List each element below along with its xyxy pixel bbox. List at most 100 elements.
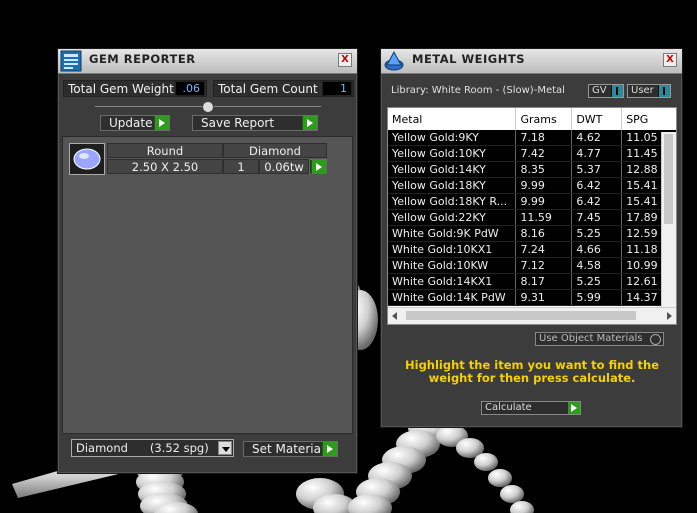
table-row[interactable]: Yellow Gold:22KY 11.59 7.45 17.89 xyxy=(388,209,676,226)
dwt-cell: 7.45 xyxy=(571,209,623,226)
metal-name-cell: Yellow Gold:9KY xyxy=(388,130,517,146)
table-row[interactable]: Yellow Gold:14KY 8.35 5.37 12.88 xyxy=(388,161,676,178)
table-row[interactable]: White Gold:14KX1 8.17 5.25 12.61 xyxy=(388,273,676,290)
vertical-scrollbar[interactable] xyxy=(661,132,676,308)
metal-weights-titlebar[interactable]: METAL WEIGHTS X xyxy=(381,49,682,74)
metal-name-cell: Yellow Gold:18KY R... xyxy=(388,193,517,210)
gem-material-cell: Diamond xyxy=(223,143,327,158)
user-toggle-label: User xyxy=(631,85,654,96)
metal-name-cell: White Gold:10KW xyxy=(388,257,517,274)
grams-cell: 7.12 xyxy=(515,257,573,274)
table-row[interactable]: Yellow Gold:9KY 7.18 4.62 11.05 xyxy=(388,130,676,146)
horizontal-scrollbar[interactable] xyxy=(388,307,676,324)
gem-reporter-panel: GEM REPORTER X Total Gem Weight .06 Tota… xyxy=(57,48,358,474)
total-gem-weight-value: .06 xyxy=(175,81,205,96)
dwt-cell: 4.62 xyxy=(571,130,623,146)
table-row[interactable]: White Gold:10KX1 7.24 4.66 11.18 xyxy=(388,241,676,258)
metal-table[interactable]: Metal Grams DWT SPG Yellow Gold:9KY 7.18 4… xyxy=(387,107,677,325)
update-button-label: Update xyxy=(109,116,153,130)
table-row[interactable]: Yellow Gold:18KY R... 9.99 6.42 15.41 xyxy=(388,193,676,210)
scroll-right-icon[interactable] xyxy=(667,312,672,320)
column-header-dwt[interactable]: DWT xyxy=(571,108,623,130)
metal-table-grid: Metal Grams DWT SPG Yellow Gold:9KY 7.18 4… xyxy=(388,108,676,306)
table-row[interactable]: Yellow Gold:10KY 7.42 4.77 11.45 xyxy=(388,145,676,162)
table-row[interactable]: White Gold:14K PdW 9.31 5.99 14.37 xyxy=(388,289,676,306)
set-material-button[interactable]: Set Material xyxy=(243,441,338,457)
play-arrow-icon xyxy=(154,116,169,130)
table-row[interactable]: Yellow Gold:18KY 9.99 6.42 15.41 xyxy=(388,177,676,194)
bead-chain-coil xyxy=(348,414,534,513)
metal-name-cell: White Gold:10KX1 xyxy=(388,241,517,258)
grams-cell: 9.31 xyxy=(515,289,573,306)
grams-cell: 7.18 xyxy=(515,130,573,146)
play-arrow-icon xyxy=(322,442,337,456)
table-row[interactable]: White Gold:10KW 7.12 4.58 10.99 xyxy=(388,257,676,274)
use-object-materials-label: Use Object Materials xyxy=(539,333,643,344)
grams-cell: 8.16 xyxy=(515,225,573,242)
metal-name-cell: Yellow Gold:14KY xyxy=(388,161,517,178)
set-material-button-label: Set Material xyxy=(252,442,325,456)
metal-weights-icon xyxy=(384,50,404,71)
dwt-cell: 5.99 xyxy=(571,289,623,306)
metal-table-header: Metal Grams DWT SPG xyxy=(388,108,676,130)
gem-row-go-button[interactable] xyxy=(309,159,327,174)
gem-list[interactable]: Round Diamond 2.50 X 2.50 1 0.06tw xyxy=(62,136,353,434)
gem-count-cell: 1 xyxy=(223,159,259,174)
toggle-indicator-icon xyxy=(658,85,670,97)
dwt-cell: 6.42 xyxy=(571,177,623,194)
grams-cell: 8.17 xyxy=(515,273,573,290)
metal-name-cell: White Gold:14K PdW xyxy=(388,289,517,306)
play-arrow-icon xyxy=(302,116,317,130)
radio-circle-icon xyxy=(650,334,661,345)
dwt-cell: 4.77 xyxy=(571,145,623,162)
dwt-cell: 5.25 xyxy=(571,225,623,242)
grams-cell: 9.99 xyxy=(515,193,573,210)
gem-size-cell: 2.50 X 2.50 xyxy=(107,159,223,174)
save-report-button-label: Save Report xyxy=(201,116,275,130)
play-arrow-icon xyxy=(311,160,326,174)
library-label: Library: White Room - (Slow)-Metal xyxy=(391,85,565,96)
grams-cell: 8.35 xyxy=(515,161,573,178)
total-gem-count-text: Total Gem Count xyxy=(218,82,318,96)
calculate-button[interactable]: Calculate xyxy=(481,401,581,415)
metal-name-cell: Yellow Gold:10KY xyxy=(388,145,517,162)
metal-name-cell: Yellow Gold:18KY xyxy=(388,177,517,194)
update-button[interactable]: Update xyxy=(100,115,170,131)
gem-weight-cell: 0.06tw xyxy=(259,159,309,174)
grams-cell: 7.24 xyxy=(515,241,573,258)
column-header-metal[interactable]: Metal xyxy=(388,108,517,130)
play-arrow-icon xyxy=(568,402,580,414)
gv-toggle-label: GV xyxy=(592,85,607,96)
grams-cell: 11.59 xyxy=(515,209,573,226)
material-select[interactable]: Diamond (3.52 spg) xyxy=(71,439,234,457)
total-gem-weight-label: Total Gem Weight .06 xyxy=(63,80,207,97)
total-gem-count-value: 1 xyxy=(322,81,352,96)
total-gem-weight-text: Total Gem Weight xyxy=(68,82,174,96)
chevron-down-icon[interactable] xyxy=(218,441,232,455)
column-header-spg[interactable]: SPG xyxy=(621,108,676,130)
table-row[interactable]: White Gold:9K PdW 8.16 5.25 12.59 xyxy=(388,225,676,242)
dwt-cell: 5.37 xyxy=(571,161,623,178)
calculate-button-label: Calculate xyxy=(485,402,532,413)
close-icon[interactable]: X xyxy=(338,53,352,67)
panel-splitter-handle[interactable] xyxy=(202,101,214,113)
horizontal-scrollbar-thumb[interactable] xyxy=(406,311,636,320)
round-diamond-icon xyxy=(73,148,101,170)
dwt-cell: 4.66 xyxy=(571,241,623,258)
metal-weights-title: METAL WEIGHTS xyxy=(412,52,525,66)
column-header-grams[interactable]: Grams xyxy=(515,108,573,130)
vertical-scrollbar-thumb[interactable] xyxy=(664,134,673,224)
instruction-text: Highlight the item you want to find the … xyxy=(405,358,659,385)
gv-toggle[interactable]: GV xyxy=(588,84,624,98)
save-report-button[interactable]: Save Report xyxy=(192,115,318,131)
scroll-left-icon[interactable] xyxy=(392,312,397,320)
material-select-value: Diamond (3.52 spg) xyxy=(76,441,209,455)
close-icon[interactable]: X xyxy=(663,53,677,67)
toggle-indicator-icon xyxy=(611,85,623,97)
gem-reporter-titlebar[interactable]: GEM REPORTER X xyxy=(58,49,357,74)
use-object-materials-toggle[interactable]: Use Object Materials xyxy=(535,332,664,346)
total-gem-count-label: Total Gem Count 1 xyxy=(213,80,354,97)
dwt-cell: 5.25 xyxy=(571,273,623,290)
gem-thumbnail[interactable] xyxy=(69,143,105,175)
user-toggle[interactable]: User xyxy=(627,84,671,98)
